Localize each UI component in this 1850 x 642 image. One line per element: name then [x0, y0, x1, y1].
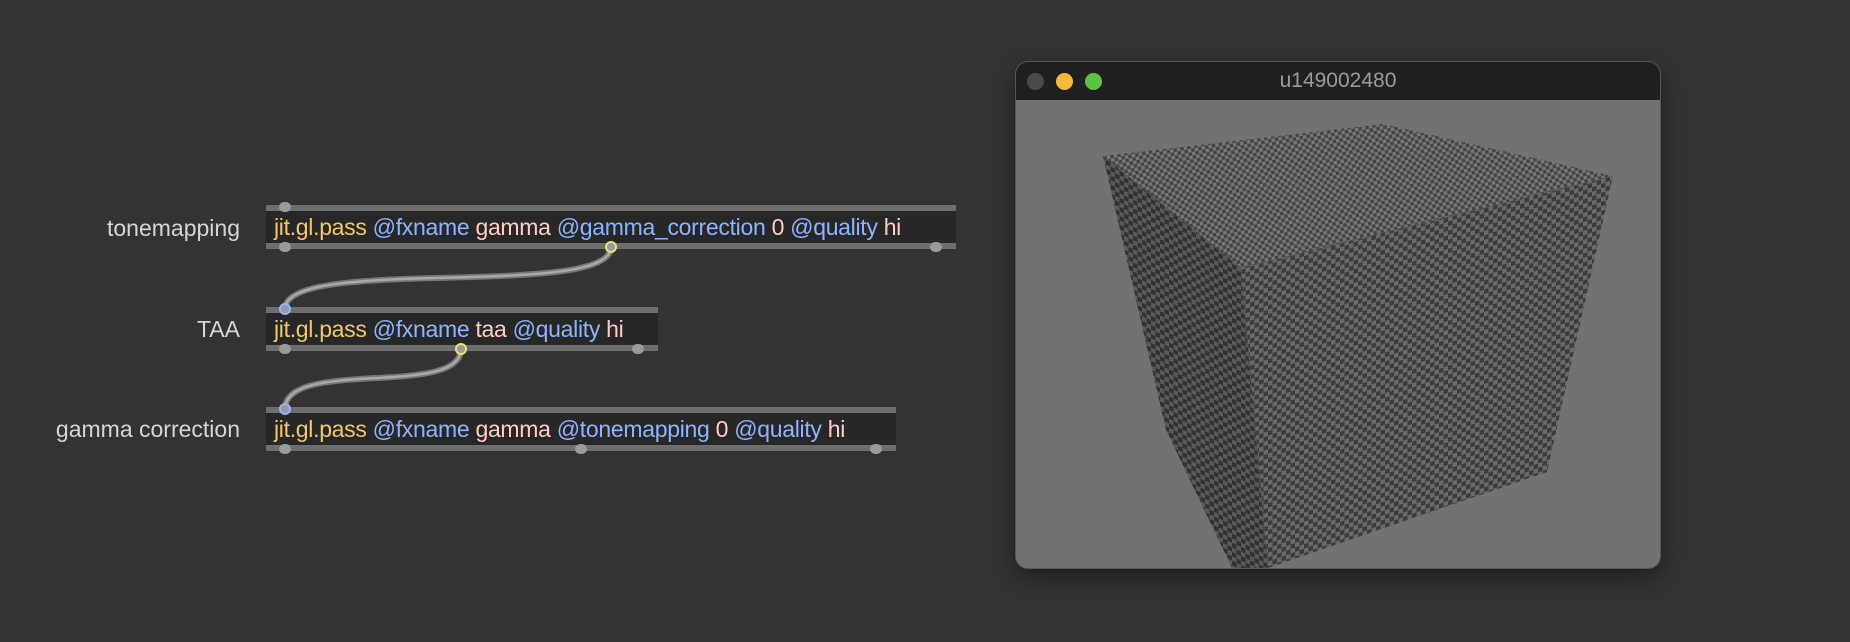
object-argument: hi: [827, 416, 846, 442]
checkered-cube-render: [1102, 124, 1614, 568]
inlet[interactable]: [279, 202, 291, 212]
object-argument: hi: [883, 214, 902, 240]
outlet[interactable]: [575, 444, 587, 454]
object-box-gamma-correction-pass[interactable]: jit.gl.pass @fxname gamma @tonemapping 0…: [266, 404, 896, 454]
object-top-bar: [266, 407, 896, 413]
object-top-bar: [266, 205, 956, 211]
outlet[interactable]: [279, 344, 291, 354]
object-argument: taa: [475, 316, 507, 342]
object-argument: gamma: [475, 214, 551, 240]
comment-taa[interactable]: TAA: [0, 315, 240, 343]
object-argument: 0: [771, 214, 785, 240]
outlet[interactable]: [605, 242, 617, 252]
object-attribute: @fxname: [372, 316, 470, 342]
comment-tonemapping[interactable]: tonemapping: [0, 214, 240, 242]
inlet[interactable]: [279, 304, 291, 314]
object-text: jit.gl.pass @fxname gamma @tonemapping 0…: [274, 416, 845, 442]
object-class: jit.gl.pass: [274, 316, 367, 342]
object-top-bar: [266, 307, 658, 313]
object-attribute: @tonemapping: [556, 416, 710, 442]
outlet[interactable]: [632, 344, 644, 354]
object-class: jit.gl.pass: [274, 214, 367, 240]
object-attribute: @quality: [790, 214, 878, 240]
outlet[interactable]: [279, 444, 291, 454]
object-class: jit.gl.pass: [274, 416, 367, 442]
object-attribute: @quality: [512, 316, 601, 342]
render-window[interactable]: u149002480: [1016, 62, 1660, 568]
inlet[interactable]: [279, 404, 291, 414]
object-argument: hi: [606, 316, 624, 342]
outlet[interactable]: [455, 344, 467, 354]
window-titlebar[interactable]: u149002480: [1016, 62, 1660, 100]
outlet[interactable]: [279, 242, 291, 252]
render-viewport[interactable]: [1016, 100, 1660, 568]
object-text: jit.gl.pass @fxname taa @quality hi: [274, 316, 624, 342]
object-box-tonemapping-pass[interactable]: jit.gl.pass @fxname gamma @gamma_correct…: [266, 202, 956, 252]
comment-gamma-correction[interactable]: gamma correction: [0, 415, 240, 443]
object-argument: gamma: [475, 416, 551, 442]
window-title: u149002480: [1279, 69, 1397, 92]
object-argument: 0: [715, 416, 729, 442]
object-text: jit.gl.pass @fxname gamma @gamma_correct…: [274, 214, 901, 240]
object-attribute: @fxname: [372, 416, 470, 442]
outlet[interactable]: [930, 242, 942, 252]
object-box-taa-pass[interactable]: jit.gl.pass @fxname taa @quality hi: [266, 304, 658, 354]
object-attribute: @fxname: [372, 214, 470, 240]
object-attribute: @quality: [734, 416, 822, 442]
outlet[interactable]: [870, 444, 882, 454]
object-attribute: @gamma_correction: [556, 214, 766, 240]
